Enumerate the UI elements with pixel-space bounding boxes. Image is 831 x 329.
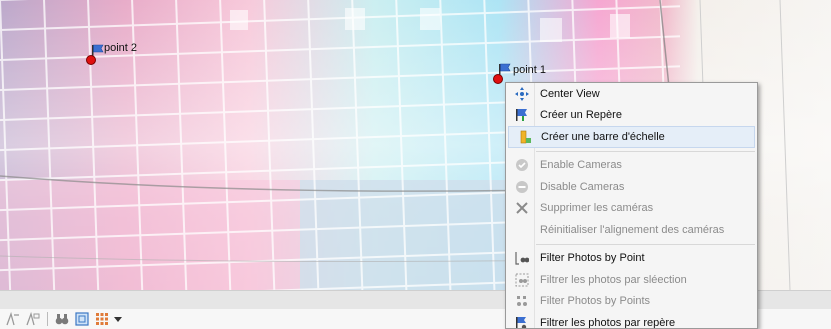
menu-item-label: Réinitialiser l'alignement des caméras: [540, 223, 725, 236]
menu-item-label: Créer une barre d'échelle: [541, 130, 665, 143]
marker-dot: [493, 74, 503, 84]
binoculars-icon[interactable]: [53, 310, 71, 328]
disable-cameras-icon: [514, 179, 530, 195]
filter-by-point-icon: [514, 250, 530, 266]
marker-label-point-2: point 2: [104, 42, 138, 54]
menu-item-filter-photos-by-selection[interactable]: Filtrer les photos par sléection: [506, 269, 757, 291]
menu-item-label: Créer un Repère: [540, 109, 622, 122]
menu-item-center-view[interactable]: Center View: [506, 83, 757, 105]
menu-item-enable-cameras[interactable]: Enable Cameras: [506, 155, 757, 177]
menu-item-create-marker[interactable]: Créer un Repère: [506, 105, 757, 127]
menu-separator: [536, 243, 755, 245]
menu-item-disable-cameras[interactable]: Disable Cameras: [506, 176, 757, 198]
dropdown-arrow-icon[interactable]: [113, 310, 123, 328]
menu-item-label: Filter Photos by Points: [540, 295, 651, 308]
scale-bar-icon: [517, 129, 533, 145]
delete-cross-icon: [514, 200, 530, 216]
menu-item-reset-camera-alignment[interactable]: Réinitialiser l'alignement des caméras: [506, 219, 757, 241]
menu-item-label: Filtrer les photos par sléection: [540, 273, 687, 286]
marker-flag-icon: [514, 107, 530, 123]
menu-separator: [536, 150, 755, 152]
select-camera-alt-icon[interactable]: [24, 310, 42, 328]
menu-item-filter-photos-by-points[interactable]: Filter Photos by Points: [506, 291, 757, 313]
marker-label-point-1: point 1: [513, 64, 547, 76]
menu-item-label: Supprimer les caméras: [540, 202, 654, 215]
menu-item-filter-photos-by-point[interactable]: Filter Photos by Point: [506, 248, 757, 270]
filter-by-points-icon: [514, 293, 530, 309]
center-view-icon: [514, 86, 530, 102]
marker-point-1[interactable]: [493, 63, 514, 84]
menu-item-label: Disable Cameras: [540, 180, 625, 193]
grid-view-icon[interactable]: [93, 310, 111, 328]
menu-item-label: Filtrer les photos par repère: [540, 316, 676, 329]
menu-item-create-scale-bar[interactable]: Créer une barre d'échelle: [508, 126, 755, 148]
menu-item-label: Filter Photos by Point: [540, 252, 645, 265]
menu-item-delete-cameras[interactable]: Supprimer les caméras: [506, 198, 757, 220]
select-camera-icon[interactable]: [4, 310, 22, 328]
filter-by-marker-icon: [514, 315, 530, 328]
menu-item-label: Enable Cameras: [540, 159, 622, 172]
marker-dot: [86, 55, 96, 65]
menu-item-filter-photos-by-marker[interactable]: Filtrer les photos par repère: [506, 312, 757, 329]
context-menu: Center View Créer un Repère Créer une ba…: [505, 82, 758, 329]
zoom-frame-icon[interactable]: [73, 310, 91, 328]
enable-cameras-icon: [514, 157, 530, 173]
filter-by-selection-icon: [514, 272, 530, 288]
menu-item-label: Center View: [540, 87, 600, 100]
toolbar-separator: [47, 312, 48, 326]
